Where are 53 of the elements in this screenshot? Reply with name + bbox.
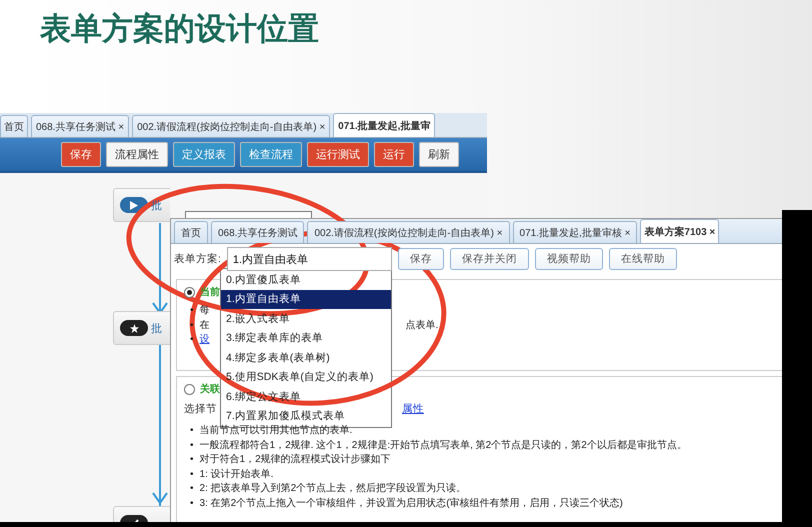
- flow-node[interactable]: 批: [113, 311, 170, 345]
- bullet-mark: •: [190, 304, 194, 318]
- toolbar-button[interactable]: 流程属性: [106, 142, 168, 167]
- bullet-text: 每: [200, 304, 210, 318]
- bullet-mark: •: [190, 496, 194, 510]
- toolbar-button[interactable]: 运行测试: [307, 142, 369, 167]
- tab[interactable]: 首页: [0, 115, 28, 137]
- bullet-mark: •: [190, 468, 194, 482]
- action-button[interactable]: 保存: [398, 248, 444, 270]
- tab[interactable]: 表单方案7103 ×: [640, 219, 720, 243]
- node-label: 批: [151, 198, 162, 212]
- slide-title: 表单方案的设计位置: [40, 10, 319, 48]
- dropdown-option[interactable]: 3.绑定表单库的表单: [221, 328, 391, 348]
- bullet-mark: •: [190, 453, 194, 467]
- toolbar-button[interactable]: 保存: [61, 142, 101, 167]
- dropdown-option[interactable]: 0.内置傻瓜表单: [221, 270, 391, 290]
- section-title: 关联: [200, 382, 220, 396]
- tab[interactable]: 068.共享任务测试 ×: [31, 115, 130, 137]
- bullet-text: 点表单.: [406, 318, 438, 332]
- bullet-text: 2: 把该表单导入到第2个节点上去，然后把字段设置为只读。: [200, 482, 466, 496]
- bullet-mark: •: [190, 438, 194, 452]
- properties-link[interactable]: 属性: [402, 402, 424, 416]
- scheme-label: 表单方案:: [174, 252, 221, 266]
- bullet-mark: •: [190, 482, 194, 496]
- action-button[interactable]: 在线帮助: [608, 248, 677, 270]
- intro-text: 选择节: [184, 402, 217, 416]
- tab[interactable]: 首页: [174, 221, 208, 243]
- bullet-text: 当前节点可以引用其他节点的表单.: [200, 424, 352, 438]
- tab[interactable]: 068.共享任务测试: [211, 221, 304, 243]
- bullet-text: 对于符合1，2规律的流程模式设计步骤如下: [200, 453, 391, 467]
- bullet-mark: •: [190, 318, 194, 332]
- dropdown-option[interactable]: 2.嵌入式表单: [221, 309, 391, 328]
- help-link[interactable]: 设: [200, 333, 210, 348]
- toolbar-button[interactable]: 运行: [374, 142, 414, 167]
- bullet-text: 3: 在第2个节点上拖入一个审核组件，并设置为启用状态(审核组件有禁用，启用，只读三个状态): [200, 496, 623, 510]
- node-label: 批: [151, 322, 162, 336]
- dropdown-option[interactable]: 4.绑定多表单(表单树): [221, 348, 391, 368]
- bullet-mark: •: [190, 333, 194, 347]
- tab[interactable]: 002.请假流程(按岗位控制走向-自由表单) ×: [307, 221, 510, 243]
- tab[interactable]: 071.批量发起,批量审核 ×: [512, 221, 638, 243]
- tab[interactable]: 071.批量发起,批量审: [333, 113, 436, 137]
- bullet-text: 在: [200, 318, 210, 332]
- action-button[interactable]: 视频帮助: [534, 248, 603, 270]
- dropdown-option[interactable]: 1.内置自由表单: [221, 290, 391, 309]
- bullet-mark: •: [190, 424, 194, 438]
- dropdown-option[interactable]: 5.使用SDK表单(自定义的表单): [221, 368, 391, 387]
- action-button[interactable]: 保存并关闭: [450, 248, 529, 270]
- scheme-select[interactable]: 1.内置自由表单: [226, 247, 392, 271]
- bullet-text: 一般流程都符合1，2规律. 这个1，2规律是:开始节点填写表单, 第2个节点是只读的，第2个以后都是审批节点。: [200, 438, 687, 452]
- bullet-text: 1: 设计开始表单.: [200, 468, 274, 482]
- toolbar-button[interactable]: 刷新: [419, 142, 459, 167]
- tab[interactable]: 002.请假流程(按岗位控制走向-自由表单) ×: [132, 115, 330, 137]
- dropdown-option[interactable]: 7.内置累加傻瓜模式表单: [221, 406, 391, 426]
